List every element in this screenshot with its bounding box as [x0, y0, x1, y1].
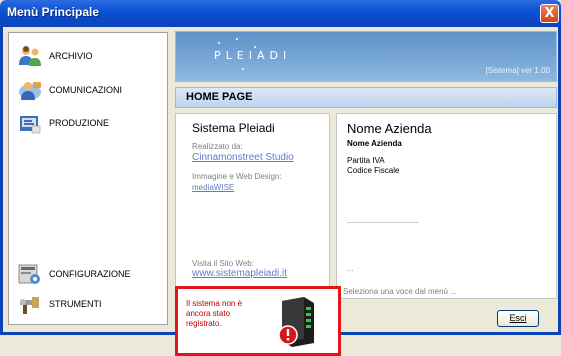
configuration-icon — [17, 262, 43, 286]
company-title: Nome Azienda — [347, 121, 432, 136]
visit-label: Visita il Sito Web: — [192, 259, 254, 268]
star-dot — [242, 68, 244, 70]
window-client-area: ARCHIVIO COMUNICAZIONI PRODUZIONE CONFIG… — [3, 27, 558, 356]
sidebar-item-produzione[interactable]: PRODUZIONE — [17, 110, 167, 136]
sidebar-item-comunicazioni[interactable]: COMUNICAZIONI — [17, 77, 167, 103]
ellipsis-text: ... — [347, 264, 354, 273]
sidebar-item-label: STRUMENTI — [49, 299, 102, 309]
production-icon — [17, 111, 43, 135]
design-label: Immagine e Web Design: — [192, 172, 282, 181]
version-label: [Sistema] ver 1.00 — [485, 66, 550, 75]
star-dot — [218, 42, 220, 44]
close-button[interactable]: X — [540, 4, 559, 23]
users-icon — [17, 44, 43, 68]
exit-button-label: Esci — [509, 313, 527, 323]
registration-warning: Il sistema non è ancora stato registrato… — [175, 286, 341, 356]
company-name: Nome Azienda — [347, 139, 402, 148]
created-by-label: Realizzato da: — [192, 142, 243, 151]
divider — [347, 222, 419, 223]
system-title: Sistema Pleiadi — [192, 121, 275, 135]
exit-button[interactable]: Esci — [497, 310, 539, 327]
status-text: Seleziona una voce dal menù ... — [343, 287, 457, 296]
app-logo: PLEIADI — [214, 49, 292, 62]
design-link[interactable]: mediaWISE — [192, 183, 234, 192]
created-by-link[interactable]: Cinnamonstreet Studio — [192, 152, 294, 163]
contact-icon — [17, 78, 43, 102]
server-warning-icon — [274, 295, 320, 349]
vat-label: Partita IVA — [347, 156, 385, 165]
website-link[interactable]: www.sistemapleiadi.it — [192, 268, 287, 279]
page-header: HOME PAGE — [175, 87, 557, 108]
star-dot — [254, 46, 256, 48]
title-bar: Menù Principale X — [0, 0, 561, 27]
sidebar-item-label: PRODUZIONE — [49, 118, 110, 128]
sidebar-item-label: ARCHIVIO — [49, 51, 93, 61]
sidebar-item-label: CONFIGURAZIONE — [49, 269, 131, 279]
window-title: Menù Principale — [7, 5, 100, 19]
sidebar-menu: ARCHIVIO COMUNICAZIONI PRODUZIONE CONFIG… — [8, 32, 168, 325]
sidebar-item-archivio[interactable]: ARCHIVIO — [17, 43, 167, 69]
sidebar-item-strumenti[interactable]: STRUMENTI — [17, 291, 167, 317]
app-banner: PLEIADI [Sistema] ver 1.00 — [175, 31, 557, 82]
warning-message: Il sistema non è ancora stato registrato… — [186, 299, 243, 328]
sidebar-item-configurazione[interactable]: CONFIGURAZIONE — [17, 261, 167, 287]
tax-code-label: Codice Fiscale — [347, 166, 400, 175]
page-title: HOME PAGE — [186, 91, 253, 103]
star-dot — [236, 38, 238, 40]
sidebar-item-label: COMUNICAZIONI — [49, 85, 122, 95]
tools-icon — [17, 292, 43, 316]
company-panel: Nome Azienda Nome Azienda Partita IVA Co… — [336, 113, 557, 299]
